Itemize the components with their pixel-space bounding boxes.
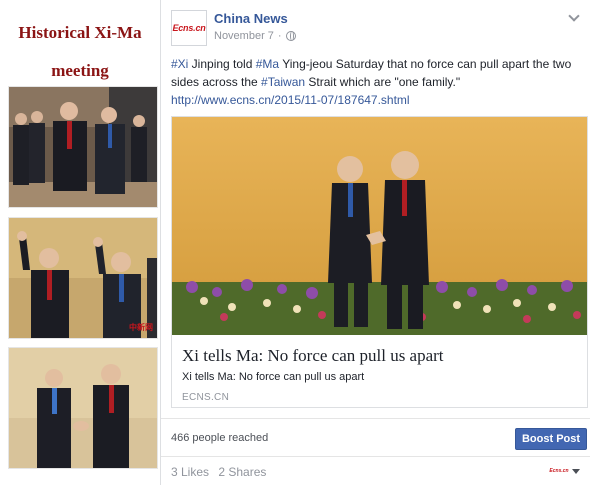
- page-mini-logo-text: Ecns.cn: [549, 468, 569, 474]
- divider: [161, 456, 590, 457]
- hashtag-xi[interactable]: #Xi: [171, 57, 188, 71]
- link-description: Xi tells Ma: No force can pull us apart: [182, 371, 365, 383]
- post-date[interactable]: November 7: [214, 30, 274, 42]
- photo-thumbnail-handshake[interactable]: [8, 347, 158, 469]
- photo-thumbnail-waving[interactable]: 中新网: [8, 217, 158, 339]
- svg-text:中新网: 中新网: [129, 322, 153, 332]
- post-text-part1: Jinping told: [188, 57, 256, 71]
- shares-count[interactable]: 2 Shares: [218, 465, 266, 479]
- link-domain: ECNS.CN: [182, 392, 230, 403]
- link-title[interactable]: Xi tells Ma: No force can pull us apart: [182, 346, 444, 366]
- boost-post-button[interactable]: Boost Post: [515, 428, 587, 450]
- page-mini-avatar: Ecns.cn: [549, 466, 569, 476]
- divider: [161, 418, 590, 419]
- post-text-part3: Strait which are "one family.": [305, 75, 461, 89]
- people-reached-count[interactable]: 466 people reached: [171, 432, 268, 444]
- post-as-selector[interactable]: Ecns.cn: [549, 466, 580, 476]
- page-name-link[interactable]: China News: [214, 11, 288, 26]
- sidebar-title-line2: meeting: [51, 61, 109, 80]
- article-url-link[interactable]: http://www.ecns.cn/2015/11-07/187647.sht…: [171, 93, 410, 107]
- hashtag-taiwan[interactable]: #Taiwan: [261, 75, 305, 89]
- sidebar: Historical Xi-Ma meeting 中新网: [0, 0, 160, 485]
- likes-count[interactable]: 3 Likes: [171, 465, 209, 479]
- meta-separator: ·: [277, 30, 282, 42]
- engagement-stats: 3 Likes 2 Shares: [171, 465, 272, 479]
- caret-down-icon[interactable]: [572, 468, 580, 474]
- page-logo-text: Ecns.cn: [172, 23, 206, 33]
- photo-thumbnail-walking[interactable]: [8, 86, 158, 208]
- sidebar-title: Historical Xi-Ma meeting: [0, 14, 160, 90]
- link-preview-card[interactable]: Xi tells Ma: No force can pull us apart …: [171, 116, 588, 408]
- post-text: #Xi Jinping told #Ma Ying-jeou Saturday …: [171, 55, 583, 109]
- page-avatar[interactable]: Ecns.cn: [171, 10, 207, 46]
- chevron-down-icon[interactable]: [568, 12, 580, 24]
- link-preview-image[interactable]: [172, 117, 587, 335]
- hashtag-ma[interactable]: #Ma: [256, 57, 279, 71]
- post-meta: November 7 ·: [214, 30, 296, 42]
- sidebar-title-line1: Historical Xi-Ma: [18, 23, 142, 42]
- globe-icon[interactable]: [285, 31, 296, 41]
- facebook-post: Ecns.cn China News November 7 · #Xi Jinp…: [160, 0, 590, 485]
